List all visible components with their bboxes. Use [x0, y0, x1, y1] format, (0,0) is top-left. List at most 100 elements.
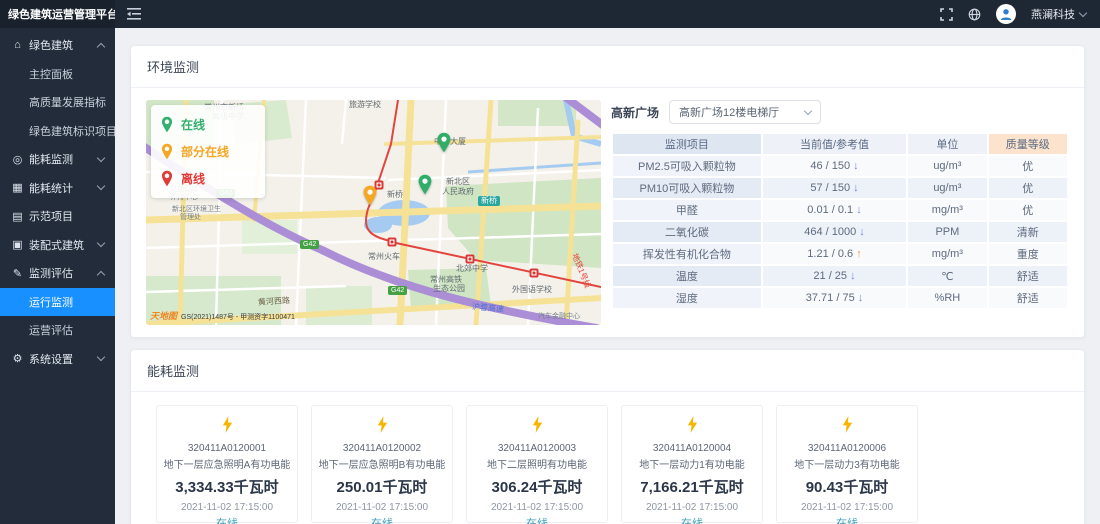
- sidebar-item-label: 系统设置: [29, 351, 73, 367]
- value-text: 37.71 / 75: [806, 292, 855, 304]
- user-name: 燕澜科技: [1031, 6, 1075, 22]
- sidebar-nav: ⌂ 绿色建筑 主控面板 高质量发展指标 绿色建筑标识项目 ◎ 能耗监测 ▦: [0, 28, 115, 524]
- legend-pin-icon: [161, 170, 173, 187]
- sidebar-item[interactable]: 主控面板: [0, 60, 115, 89]
- meter-timestamp: 2021-11-02 17:15:00: [312, 502, 452, 513]
- sidebar-collapse-button[interactable]: [127, 8, 141, 20]
- sidebar-item[interactable]: ▣ 装配式建筑: [0, 231, 115, 260]
- sidebar-item-icon: ✎: [12, 267, 23, 280]
- legend-item[interactable]: 离线: [161, 165, 255, 192]
- col-header-grade: 质量等级: [989, 134, 1067, 154]
- sidebar-item-label: 运行监测: [29, 294, 73, 310]
- map-label-text: G42: [391, 287, 404, 294]
- meter-code: 320411A0120003: [467, 443, 607, 454]
- language-globe-button[interactable]: [968, 8, 981, 21]
- sidebar-item-icon: ◎: [12, 153, 23, 166]
- map-label: 旅游学校: [349, 101, 381, 109]
- sidebar-item[interactable]: 运行监测: [0, 288, 115, 317]
- location-selector-row: 高新广场 高新广场12楼电梯厅: [611, 100, 1069, 124]
- map-label-text: 新桥: [481, 196, 497, 205]
- energy-card-title: 能耗监测: [131, 350, 1084, 392]
- lightning-icon: [221, 416, 234, 433]
- legend-label: 离线: [181, 170, 205, 187]
- fullscreen-button[interactable]: [940, 8, 953, 21]
- table-header-row: 监测项目 当前值/参考值 单位 质量等级: [613, 134, 1067, 154]
- table-row: 二氧化碳 464 / 1000 ↓ PPM 清新: [613, 222, 1067, 242]
- sidebar-item[interactable]: ✎ 监测评估: [0, 259, 115, 288]
- map-device-pin[interactable]: [418, 174, 433, 200]
- header-actions: 燕澜科技: [940, 4, 1100, 24]
- sidebar-item-label: 绿色建筑标识项目: [29, 123, 117, 139]
- trend-arrow-icon: ↓: [858, 292, 864, 304]
- cell-unit: ℃: [908, 266, 986, 286]
- lightning-icon: [376, 416, 389, 433]
- room-select[interactable]: 高新广场12楼电梯厅: [669, 100, 821, 124]
- map-label-text: G42: [303, 241, 316, 248]
- sidebar-item[interactable]: ▦ 能耗统计: [0, 174, 115, 203]
- cell-item-name: 甲醛: [613, 200, 761, 220]
- env-monitoring-table: 监测项目 当前值/参考值 单位 质量等级 PM2.5可吸入颗粒物 46 / 15…: [611, 132, 1069, 310]
- legend-item[interactable]: 在线: [161, 111, 255, 138]
- sidebar-item-icon: ▦: [12, 181, 23, 194]
- cell-unit: mg/m³: [908, 200, 986, 220]
- map-device-pin[interactable]: [363, 185, 378, 211]
- sidebar-item[interactable]: ▤ 示范项目: [0, 202, 115, 231]
- map-label: 北郊中学: [456, 265, 488, 273]
- map-device-pin[interactable]: [437, 132, 452, 158]
- cell-grade: 优: [989, 178, 1067, 198]
- chevron-icon: [97, 43, 105, 51]
- user-avatar[interactable]: [996, 4, 1016, 24]
- sidebar-item-label: 装配式建筑: [29, 237, 84, 253]
- menu-fold-icon: [127, 8, 141, 20]
- energy-meter-card: 320411A0120002 地下一层应急照明B有功电能 250.01千瓦时 2…: [311, 405, 453, 523]
- map-label-text: 汽车金融中心: [538, 313, 580, 320]
- meter-timestamp: 2021-11-02 17:15:00: [622, 502, 762, 513]
- map-label: G42: [300, 240, 319, 249]
- sidebar-item[interactable]: 运营评估: [0, 316, 115, 345]
- lightning-icon: [686, 416, 699, 433]
- map-label: 新北区环境卫生: [172, 206, 221, 213]
- sidebar-item[interactable]: 绿色建筑标识项目: [0, 117, 115, 146]
- chevron-icon: [97, 353, 105, 361]
- map-label-text: 常州高铁: [430, 275, 462, 284]
- sidebar-item-label: 运营评估: [29, 322, 73, 338]
- location-label: 高新广场: [611, 104, 659, 121]
- map-label: 常州高铁: [430, 276, 462, 284]
- monitoring-map[interactable]: 常州市新桥 高级中学 旅游学校 中常大厦 新北区 人民政府 新桥 常州火车 北郊…: [146, 100, 601, 325]
- metro-station-icon: [530, 269, 539, 278]
- legend-pin-icon: [161, 116, 173, 133]
- lightning-icon: [531, 416, 544, 433]
- cell-value: 464 / 1000 ↓: [763, 222, 906, 242]
- sidebar-item-icon: ⌂: [12, 39, 23, 51]
- map-pin-icon: [418, 174, 433, 195]
- col-header-unit: 单位: [908, 134, 986, 154]
- sidebar-item[interactable]: 高质量发展指标: [0, 88, 115, 117]
- map-label-text: 旅游学校: [349, 100, 381, 109]
- sidebar-item[interactable]: ◎ 能耗监测: [0, 145, 115, 174]
- sidebar-item[interactable]: ⚙ 系统设置: [0, 345, 115, 374]
- meter-code: 320411A0120002: [312, 443, 452, 454]
- map-pin-icon: [437, 132, 452, 153]
- meter-value: 7,166.21千瓦时: [622, 476, 762, 497]
- sidebar-item[interactable]: ⌂ 绿色建筑: [0, 31, 115, 60]
- legend-item[interactable]: 部分在线: [161, 138, 255, 165]
- meter-name: 地下一层应急照明B有功电能: [312, 456, 452, 471]
- cell-value: 57 / 150 ↓: [763, 178, 906, 198]
- energy-meter-card: 320411A0120006 地下一层动力3有功电能 90.43千瓦时 2021…: [776, 405, 918, 523]
- trend-arrow-icon: ↓: [859, 226, 865, 238]
- map-label: 汽车金融中心: [538, 313, 580, 320]
- env-card-title: 环境监测: [131, 46, 1084, 88]
- sidebar-item-icon: ⚙: [12, 352, 23, 365]
- env-card-body: 常州市新桥 高级中学 旅游学校 中常大厦 新北区 人民政府 新桥 常州火车 北郊…: [131, 88, 1084, 337]
- cell-unit: mg/m³: [908, 244, 986, 264]
- map-label-text: 新北区环境卫生: [172, 206, 221, 213]
- map-license-text: GS(2021)1487号 - 甲测资字1100471: [181, 312, 295, 322]
- cell-unit: PPM: [908, 222, 986, 242]
- value-text: 0.01 / 0.1: [807, 204, 853, 216]
- energy-meter-card: 320411A0120003 地下二层照明有功电能 306.24千瓦时 2021…: [466, 405, 608, 523]
- sidebar-item-icon: ▤: [12, 210, 23, 223]
- map-label-text: 人民政府: [442, 187, 474, 196]
- user-menu[interactable]: 燕澜科技: [1031, 6, 1086, 22]
- value-text: 464 / 1000: [804, 226, 856, 238]
- cell-value: 37.71 / 75 ↓: [763, 288, 906, 308]
